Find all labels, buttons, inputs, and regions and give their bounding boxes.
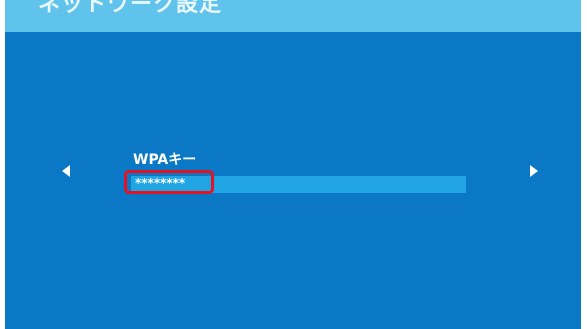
network-settings-screen: ネットワーク設定 WPAキー ******** (5, 0, 581, 329)
page-title: ネットワーク設定 (38, 0, 223, 17)
header-bar: ネットワーク設定 (5, 0, 581, 32)
highlight-annotation (124, 170, 214, 194)
wpa-key-label: WPAキー (133, 152, 197, 168)
triangle-left-icon[interactable] (62, 165, 70, 177)
triangle-right-icon[interactable] (530, 165, 538, 177)
